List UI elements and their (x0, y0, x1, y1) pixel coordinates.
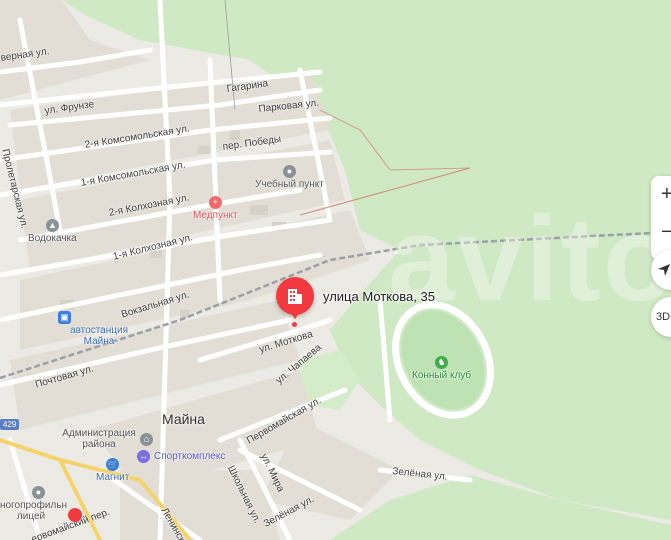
water-tower-icon: ▲ (46, 219, 59, 232)
medical-cross-icon: + (208, 196, 222, 209)
poi-lyceum[interactable]: ● ногопрофильн лицей (0, 486, 67, 522)
poi-medical-point[interactable]: + Медпункт (193, 196, 238, 221)
map-view[interactable]: avito верная ул. Гагарина ул. Фрунзе Пар… (0, 0, 671, 540)
building-icon (288, 289, 302, 304)
poi-administration[interactable]: Администрация района ⌂ (62, 428, 153, 450)
secondary-marker[interactable] (68, 508, 82, 522)
government-icon: ⌂ (140, 432, 153, 446)
road-number-badge: 429 (0, 419, 20, 430)
poi-sports-complex[interactable]: ↔ Спорткомплекс (137, 450, 225, 463)
3d-mode-label: 3D (655, 311, 671, 323)
town-label: Майна (162, 411, 205, 427)
watermark: avito (388, 192, 671, 326)
selected-address-label: улица Моткова, 35 (323, 289, 435, 304)
education-icon: ● (282, 165, 296, 178)
poi-water-tower[interactable]: ▲ Водокачка (28, 219, 77, 244)
bus-station-icon: ▣ (58, 311, 71, 324)
poi-bus-station[interactable]: ▣ автостанция Майна (58, 311, 134, 347)
zoom-control: + − (651, 176, 671, 260)
pin-point (292, 322, 297, 327)
school-icon: ● (32, 486, 45, 499)
zoom-out-button[interactable]: − (661, 222, 671, 242)
shop-icon: 🛒 (106, 458, 120, 471)
poi-training-point[interactable]: ● Учебный пункт (255, 165, 324, 190)
poi-horse-club[interactable]: ♞ Конный клуб (412, 356, 471, 381)
zoom-in-button[interactable]: + (661, 184, 671, 204)
poi-magnit-shop[interactable]: 🛒 Магнит (96, 458, 129, 483)
locate-arrow-icon (658, 264, 670, 276)
sports-icon: ↔ (137, 450, 150, 463)
horse-icon: ♞ (435, 356, 449, 369)
pin-tail (288, 309, 302, 319)
